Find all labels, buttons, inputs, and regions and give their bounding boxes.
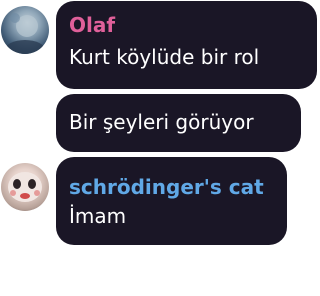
avatar-image xyxy=(5,13,45,54)
message-bubble[interactable]: Bir şeyleri görüyor xyxy=(56,94,301,152)
chat-thread: Olaf Kurt köylüde bir rol Bir şeyleri gö… xyxy=(0,0,320,296)
avatar-schrodingers-cat[interactable] xyxy=(1,163,49,211)
author-name[interactable]: schrödinger's cat xyxy=(69,175,264,199)
avatar-image xyxy=(8,172,42,202)
avatar-olaf[interactable] xyxy=(1,6,49,54)
message-text: Bir şeyleri görüyor xyxy=(69,110,254,134)
message-text: Kurt köylüde bir rol xyxy=(69,45,260,69)
author-name[interactable]: Olaf xyxy=(69,13,115,37)
message-bubble[interactable]: Olaf Kurt köylüde bir rol xyxy=(56,1,317,89)
message-text: İmam xyxy=(69,204,127,228)
message-bubble[interactable]: schrödinger's cat İmam xyxy=(56,157,287,245)
